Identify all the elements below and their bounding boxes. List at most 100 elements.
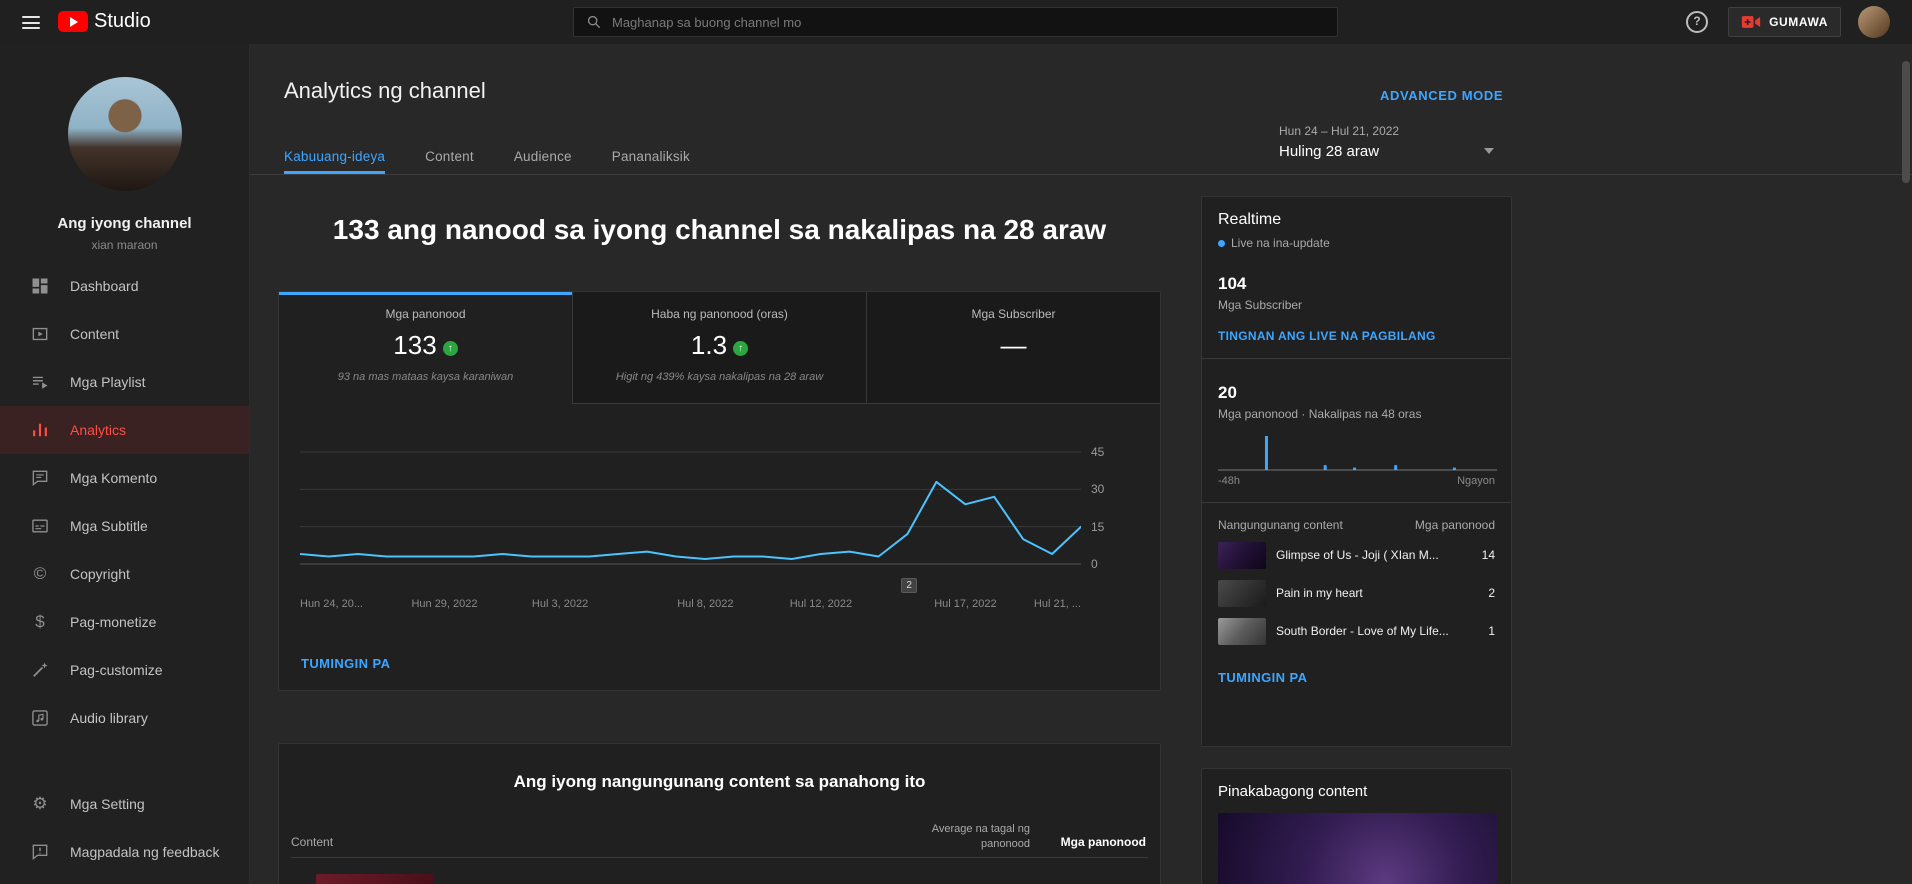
views-value: 133 xyxy=(393,330,437,360)
x-tick-label: Hul 21, ... xyxy=(1033,598,1081,610)
metric-tab-subscribers[interactable]: Mga Subscriber — xyxy=(866,292,1160,404)
settings-gear-icon: ⚙ xyxy=(32,794,48,813)
comments-icon xyxy=(30,468,50,488)
audio-library-icon xyxy=(30,708,50,728)
latest-content-card: Pinakabagong content xyxy=(1201,768,1512,884)
y-tick-label: 45 xyxy=(1091,445,1105,459)
y-tick-label: 0 xyxy=(1091,557,1098,571)
views-line-chart xyxy=(300,451,1081,565)
sidebar-item-comments[interactable]: Mga Komento xyxy=(0,454,249,502)
top-content-table-header: Content Average na tagal ng panonood Mga… xyxy=(291,816,1148,858)
latest-content-thumbnail[interactable] xyxy=(1218,813,1497,884)
search-input[interactable] xyxy=(612,14,1325,30)
x-tick-label: Hul 12, 2022 xyxy=(789,598,853,610)
channel-name: Ang iyong channel xyxy=(57,215,192,232)
hamburger-menu-icon[interactable] xyxy=(22,16,40,29)
content-icon xyxy=(30,324,50,344)
app-logo[interactable]: Studio xyxy=(58,10,151,33)
subscriber-count: 104 xyxy=(1218,274,1247,293)
sidebar-item-subtitles[interactable]: Mga Subtitle xyxy=(0,502,249,550)
create-video-icon xyxy=(1741,16,1761,28)
video-thumbnail xyxy=(1218,541,1266,569)
tab-overview[interactable]: Kabuuang-ideya xyxy=(284,141,386,174)
views-headline: 133 ang nanood sa iyong channel sa nakal… xyxy=(332,214,1107,245)
list-item[interactable]: South Border - Love of My Life... 1 xyxy=(1218,612,1495,650)
playlist-icon xyxy=(30,372,50,392)
x-tick-label: Hun 29, 2022 xyxy=(411,598,478,610)
video-thumbnail xyxy=(1218,617,1266,645)
create-button[interactable]: GUMAWA xyxy=(1728,7,1841,37)
overview-chart-card: Mga panonood 133 ↑ 93 na mas mataas kaysa… xyxy=(278,291,1161,691)
channel-avatar[interactable] xyxy=(67,77,182,191)
x-tick-label: Hul 17, 2022 xyxy=(934,598,997,610)
channel-handle: xian maraon xyxy=(91,238,158,252)
y-tick-label: 30 xyxy=(1091,482,1105,497)
sidebar-item-customize[interactable]: Pag-customize xyxy=(0,646,249,694)
sidebar-item-content[interactable]: Content xyxy=(0,310,249,358)
views-48h-label: Mga panonood · Nakalipas na 48 oras xyxy=(1218,407,1422,421)
column-header-views[interactable]: Mga panonood xyxy=(1061,835,1146,849)
realtime-sparkline xyxy=(1218,436,1497,471)
divider xyxy=(1202,502,1511,503)
youtube-play-icon xyxy=(58,11,88,32)
sidebar-item-monetize[interactable]: $ Pag-monetize xyxy=(0,598,249,646)
sidebar-item-playlists[interactable]: Mga Playlist xyxy=(0,358,249,406)
views-48h-count: 20 xyxy=(1218,383,1237,402)
help-icon[interactable]: ? xyxy=(1686,11,1708,33)
x-tick-label: Hul 8, 2022 xyxy=(677,598,734,610)
trend-up-icon: ↑ xyxy=(442,341,458,356)
analytics-tabs: Kabuuang-ideya Content Audience Pananali… xyxy=(250,141,1912,175)
tab-content[interactable]: Content xyxy=(425,141,474,174)
live-count-link[interactable]: TINGNAN ANG LIVE NA PAGBILANG xyxy=(1218,329,1495,343)
watch-time-value: 1.3 xyxy=(690,330,728,360)
create-button-label: GUMAWA xyxy=(1769,15,1828,29)
divider xyxy=(1202,358,1511,359)
axis-end-label: Ngayon xyxy=(1457,475,1495,487)
x-tick-label: Hul 3, 2022 xyxy=(531,598,589,610)
latest-content-title: Pinakabagong content xyxy=(1218,783,1368,800)
list-header-content: Nangungunang content xyxy=(1218,518,1343,532)
metric-tab-watch-time[interactable]: Haba ng panonood (oras) 1.3 ↑ Higit ng 43… xyxy=(572,292,866,404)
dashboard-icon xyxy=(30,276,50,296)
search-bar[interactable] xyxy=(573,7,1338,37)
list-item[interactable]: Pain in my heart 2 xyxy=(1218,574,1495,612)
live-dot-icon xyxy=(1218,239,1225,247)
advanced-mode-link[interactable]: ADVANCED MODE xyxy=(1380,88,1503,103)
top-content-title: Ang iyong nangungunang content sa panaho… xyxy=(513,772,926,791)
subscribers-value: — xyxy=(1000,330,1027,360)
sidebar-menu: Dashboard Content Mga Playlist Analytics… xyxy=(0,262,249,876)
feedback-icon xyxy=(30,842,50,862)
column-header-avg-duration[interactable]: Average na tagal ng panonood xyxy=(925,822,1030,851)
list-header-views: Mga panonood xyxy=(1414,518,1495,532)
tab-research[interactable]: Pananaliksik xyxy=(612,141,690,174)
axis-start-label: -48h xyxy=(1218,475,1241,487)
scroll-content: 133 ang nanood sa iyong channel sa nakal… xyxy=(250,176,1912,884)
list-item[interactable]: Glimpse of Us - Joji ( XIan M... 14 xyxy=(1218,536,1495,574)
sidebar-item-dashboard[interactable]: Dashboard xyxy=(0,262,249,310)
metric-tab-views[interactable]: Mga panonood 133 ↑ 93 na mas mataas kaysa… xyxy=(279,292,572,404)
video-thumbnail xyxy=(1218,579,1266,607)
trend-up-icon: ↑ xyxy=(733,341,749,356)
see-more-link[interactable]: TUMINGIN PA xyxy=(301,656,390,671)
analytics-icon xyxy=(30,420,50,440)
tab-audience[interactable]: Audience xyxy=(514,141,572,174)
copyright-icon: © xyxy=(33,564,47,583)
sidebar-item-analytics[interactable]: Analytics xyxy=(0,406,249,454)
live-indicator: Live na ina-update xyxy=(1218,236,1495,250)
account-avatar[interactable] xyxy=(1858,6,1890,38)
sidebar-item-audio-library[interactable]: Audio library xyxy=(0,694,249,742)
watch-time-note: Higit ng 439% kaysa nakalipas na 28 araw xyxy=(615,371,824,383)
video-thumbnail[interactable] xyxy=(316,874,434,884)
sidebar: Ang iyong channel xian maraon Dashboard … xyxy=(0,44,250,884)
scrollbar-thumb[interactable] xyxy=(1902,61,1910,183)
top-bar: Studio ? GUMAWA xyxy=(0,0,1912,44)
live-label: Live na ina-update xyxy=(1231,236,1330,250)
realtime-title: Realtime xyxy=(1218,211,1282,228)
chart-event-marker[interactable]: 2 xyxy=(901,578,918,593)
realtime-see-more-link[interactable]: TUMINGIN PA xyxy=(1218,670,1495,685)
views-note: 93 na mas mataas kaysa karaniwan xyxy=(337,371,514,383)
subtitles-icon xyxy=(30,516,50,536)
sidebar-item-settings[interactable]: ⚙ Mga Setting xyxy=(0,780,249,828)
sidebar-item-feedback[interactable]: Magpadala ng feedback xyxy=(0,828,249,876)
sidebar-item-copyright[interactable]: © Copyright xyxy=(0,550,249,598)
